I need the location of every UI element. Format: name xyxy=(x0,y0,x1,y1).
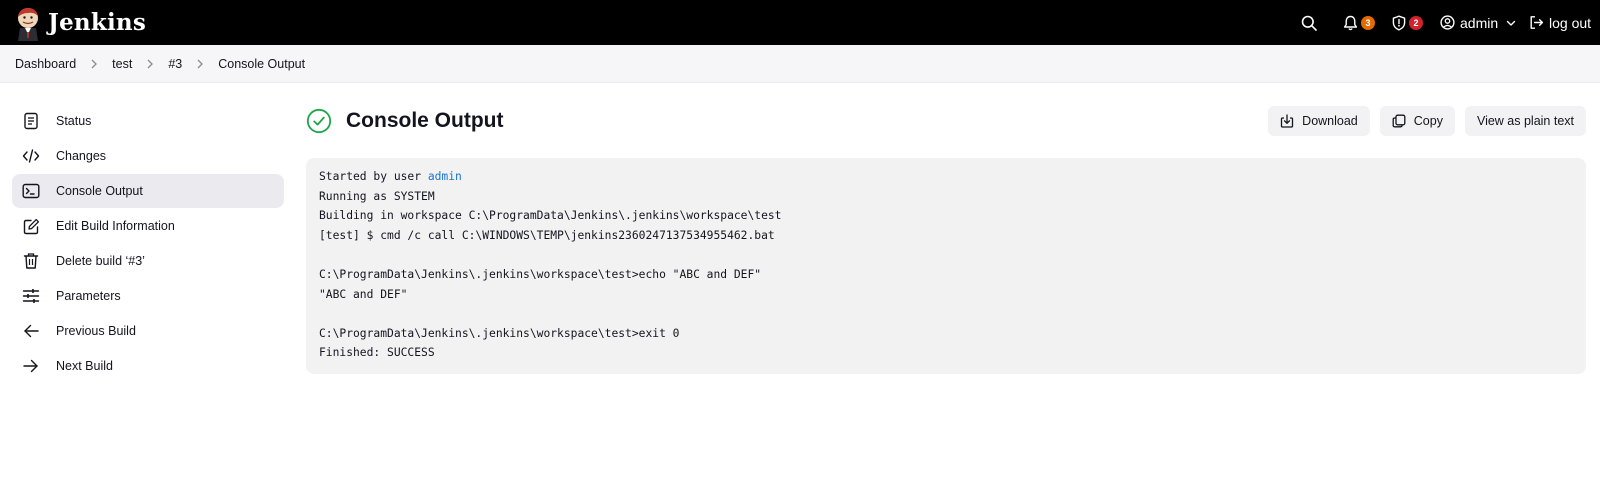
download-button[interactable]: Download xyxy=(1268,106,1370,136)
breadcrumb-item-dashboard[interactable]: Dashboard xyxy=(15,57,76,71)
sidebar: Status Changes Console Output Edit Build… xyxy=(12,104,284,384)
logout-icon xyxy=(1530,16,1544,29)
console-actions: Download Copy View as plain text xyxy=(1258,106,1586,136)
trash-icon xyxy=(22,252,40,270)
security-button[interactable]: 2 xyxy=(1392,0,1423,45)
sidebar-item-previous-build[interactable]: Previous Build xyxy=(12,314,284,348)
console-line: C:\ProgramData\Jenkins\.jenkins\workspac… xyxy=(319,326,680,340)
user-menu[interactable]: admin xyxy=(1440,0,1517,45)
view-as-plain-text-label: View as plain text xyxy=(1476,114,1574,128)
console-user-link[interactable]: admin xyxy=(428,170,462,183)
sidebar-item-parameters[interactable]: Parameters xyxy=(12,279,284,313)
sidebar-item-label: Next Build xyxy=(56,359,113,373)
sidebar-item-label: Changes xyxy=(56,149,107,163)
notifications-count-badge: 3 xyxy=(1361,15,1375,30)
breadcrumb-item-console-output[interactable]: Console Output xyxy=(218,57,305,71)
download-icon xyxy=(1281,114,1294,128)
breadcrumb: Dashboard test #3 Console Output xyxy=(15,45,305,83)
logout-label: log out xyxy=(1549,14,1592,31)
console-line: [test] $ cmd /c call C:\WINDOWS\TEMP\jen… xyxy=(319,228,775,242)
chevron-right-icon xyxy=(146,59,154,69)
chevron-right-icon xyxy=(196,59,204,69)
sidebar-item-edit-build-information[interactable]: Edit Build Information xyxy=(12,209,284,243)
brand-name: Jenkins xyxy=(48,9,146,36)
console-line: Finished: SUCCESS xyxy=(319,346,435,360)
breadcrumb-item-job[interactable]: test xyxy=(112,57,132,71)
console-output-panel: Started by user admin Running as SYSTEM … xyxy=(306,158,1586,374)
console-line: Running as SYSTEM xyxy=(319,189,435,203)
sidebar-item-label: Parameters xyxy=(56,289,121,303)
view-as-plain-text-button[interactable]: View as plain text xyxy=(1464,106,1586,136)
sidebar-item-console-output[interactable]: Console Output xyxy=(12,174,284,208)
sidebar-item-label: Delete build ‘#3’ xyxy=(56,254,145,268)
code-icon xyxy=(22,147,40,165)
console-line: "ABC and DEF" xyxy=(319,287,408,301)
top-bar: Jenkins 3 2 admin log out xyxy=(0,0,1600,45)
edit-icon xyxy=(22,217,40,235)
jenkins-logo-icon xyxy=(18,7,38,41)
terminal-icon xyxy=(22,182,40,200)
user-icon xyxy=(1440,15,1455,30)
console-log: Started by user admin Running as SYSTEM … xyxy=(319,167,1573,363)
bell-icon xyxy=(1343,15,1358,30)
search-button[interactable] xyxy=(1301,0,1317,45)
user-name: admin xyxy=(1460,14,1499,31)
copy-label: Copy xyxy=(1413,114,1443,128)
success-check-icon xyxy=(306,108,332,134)
copy-icon xyxy=(1392,114,1406,128)
page-title: Console Output xyxy=(346,109,504,132)
jenkins-home-link[interactable]: Jenkins xyxy=(14,4,146,41)
console-line: Started by user xyxy=(319,170,428,183)
sidebar-item-label: Console Output xyxy=(56,184,143,198)
breadcrumb-item-build[interactable]: #3 xyxy=(168,57,182,71)
sidebar-item-label: Edit Build Information xyxy=(56,219,175,233)
console-line: C:\ProgramData\Jenkins\.jenkins\workspac… xyxy=(319,267,762,281)
copy-button[interactable]: Copy xyxy=(1379,106,1455,136)
arrow-left-icon xyxy=(22,322,40,340)
sidebar-item-status[interactable]: Status xyxy=(12,104,284,138)
sidebar-item-changes[interactable]: Changes xyxy=(12,139,284,173)
sidebar-item-label: Previous Build xyxy=(56,324,136,338)
download-label: Download xyxy=(1302,114,1358,128)
page-header: Console Output xyxy=(306,106,503,136)
console-line: Building in workspace C:\ProgramData\Jen… xyxy=(319,209,782,223)
logout-link[interactable]: log out xyxy=(1529,0,1591,45)
chevron-down-icon xyxy=(1506,20,1516,26)
notifications-button[interactable]: 3 xyxy=(1343,0,1375,45)
sidebar-item-delete-build[interactable]: Delete build ‘#3’ xyxy=(12,244,284,278)
arrow-right-icon xyxy=(22,357,40,375)
shield-icon xyxy=(1392,15,1406,30)
chevron-right-icon xyxy=(90,59,98,69)
breadcrumb-bar: Dashboard test #3 Console Output xyxy=(0,45,1600,83)
sliders-icon xyxy=(22,287,40,305)
sidebar-item-next-build[interactable]: Next Build xyxy=(12,349,284,383)
search-icon xyxy=(1301,15,1317,31)
sidebar-item-label: Status xyxy=(56,114,92,128)
security-count-badge: 2 xyxy=(1409,15,1423,30)
document-icon xyxy=(22,112,40,130)
